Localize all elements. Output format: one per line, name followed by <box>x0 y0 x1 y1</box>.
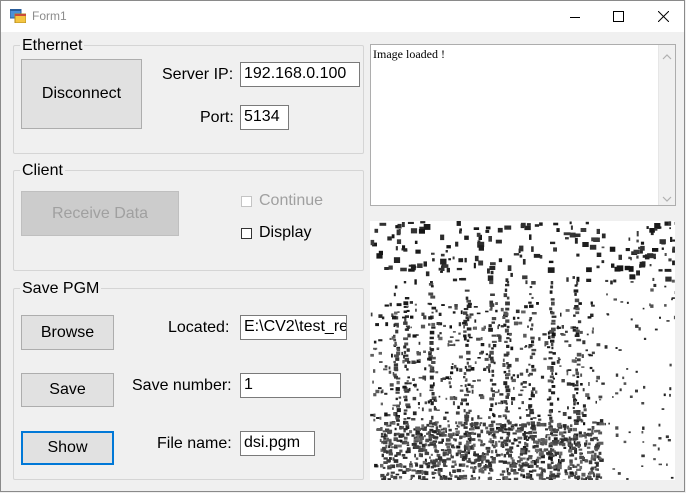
client-group-title: Client <box>20 162 65 180</box>
receive-data-button[interactable]: Receive Data <box>21 191 179 236</box>
disconnect-button[interactable]: Disconnect <box>21 59 142 129</box>
port-field[interactable]: 5134 <box>240 105 289 130</box>
save-number-field[interactable]: 1 <box>240 373 341 398</box>
display-checkbox[interactable] <box>241 227 252 239</box>
log-textarea[interactable]: Image loaded ! <box>370 44 676 206</box>
scroll-up-arrow-icon[interactable] <box>662 49 672 60</box>
save-button[interactable]: Save <box>21 373 114 407</box>
window-title: Form1 <box>32 9 67 23</box>
continue-checkbox-row[interactable]: Continue <box>241 191 323 211</box>
display-checkbox-row[interactable]: Display <box>241 223 311 243</box>
file-name-field[interactable]: dsi.pgm <box>240 431 315 456</box>
depth-map-image <box>370 221 675 480</box>
close-icon <box>657 11 669 22</box>
show-button[interactable]: Show <box>21 431 114 465</box>
minimize-button[interactable] <box>552 1 598 32</box>
ethernet-group-title: Ethernet <box>20 37 85 55</box>
close-button[interactable] <box>640 1 686 32</box>
browse-button[interactable]: Browse <box>21 315 114 350</box>
continue-checkbox[interactable] <box>241 195 252 207</box>
continue-label: Continue <box>259 192 324 209</box>
minimize-icon <box>570 12 580 22</box>
display-label: Display <box>259 224 312 241</box>
title-bar[interactable]: Form1 <box>1 1 684 32</box>
log-scrollbar[interactable] <box>658 45 675 205</box>
scroll-down-arrow-icon[interactable] <box>662 191 672 202</box>
file-name-label: File name: <box>157 435 232 452</box>
server-ip-label: Server IP: <box>162 66 234 83</box>
located-label: Located: <box>168 319 230 336</box>
log-text: Image loaded ! <box>373 47 445 61</box>
maximize-button[interactable] <box>595 1 641 32</box>
save-pgm-group-title: Save PGM <box>20 280 102 298</box>
server-ip-field[interactable]: 192.168.0.100 <box>240 62 360 87</box>
located-field[interactable]: E:\CV2\test_re <box>240 315 347 340</box>
windows-forms-app-icon <box>9 8 27 24</box>
image-picture-box <box>370 221 675 480</box>
port-label: Port: <box>200 109 234 126</box>
main-window: Form1 Ethernet Disconnect Server IP: 192… <box>0 0 685 492</box>
maximize-icon <box>612 11 624 22</box>
save-number-label: Save number: <box>132 377 232 394</box>
